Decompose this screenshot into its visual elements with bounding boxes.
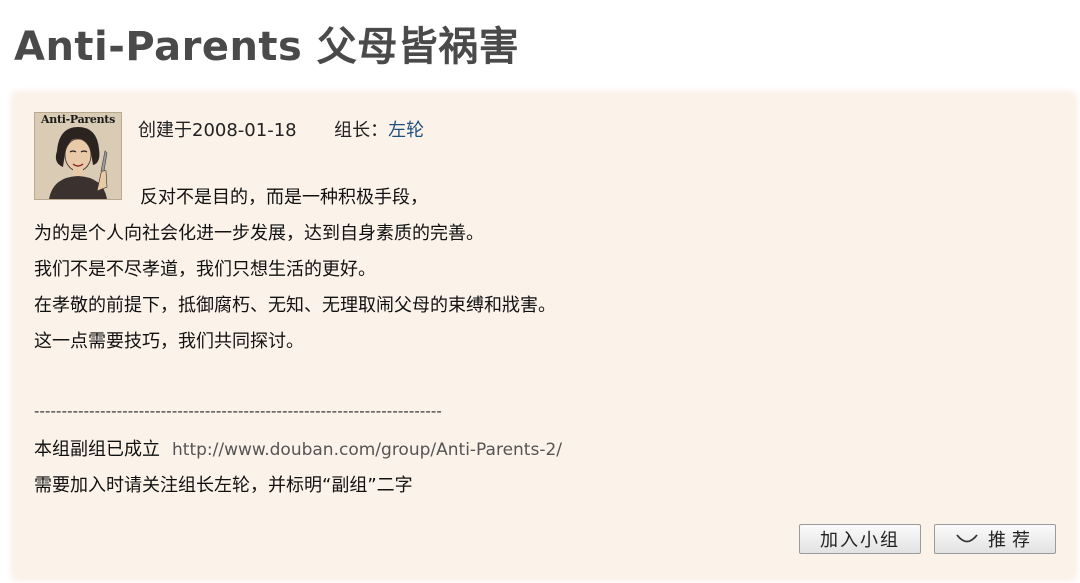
sub-group-text: 本组副组已成立 <box>34 439 160 460</box>
join-group-label: 加入小组 <box>820 530 900 551</box>
recommend-label: 推荐 <box>988 530 1036 551</box>
page-title: Anti-Parents 父母皆祸害 <box>14 24 520 70</box>
sub-group-link[interactable]: http://www.douban.com/group/Anti-Parents… <box>172 440 562 460</box>
smile-icon <box>956 534 978 543</box>
owner-label: 组长： <box>334 120 389 141</box>
intro-line: 我们不是不尽孝道，我们只想生活的更好。 <box>34 259 376 280</box>
owner-link[interactable]: 左轮 <box>388 120 424 141</box>
join-group-button[interactable]: 加入小组 <box>799 524 921 554</box>
created-date: 创建于2008-01-18 <box>138 120 297 141</box>
dashed-divider: ----------------------------------------… <box>34 402 442 420</box>
sub-group-notice: 本组副组已成立 http://www.douban.com/group/Anti-… <box>34 432 562 504</box>
group-intro: 反对不是目的，而是一种积极手段， 为的是个人向社会化进一步发展，达到自身素质的完… <box>34 180 556 360</box>
intro-line: 这一点需要技巧，我们共同探讨。 <box>34 331 304 352</box>
intro-line: 在孝敬的前提下，抵御腐朽、无知、无理取闹父母的束缚和戕害。 <box>34 295 556 316</box>
intro-line: 反对不是目的，而是一种积极手段， <box>140 187 428 208</box>
intro-line: 为的是个人向社会化进一步发展，达到自身素质的完善。 <box>34 223 484 244</box>
join-hint: 需要加入时请关注组长左轮，并标明“副组”二字 <box>34 475 413 496</box>
recommend-button[interactable]: 推荐 <box>934 524 1056 554</box>
group-meta: 创建于2008-01-18 组长：左轮 <box>138 116 424 142</box>
group-info-box: Anti-Parents 创建于2008-01-18 组长：左轮 反对不是目的，… <box>14 94 1074 578</box>
